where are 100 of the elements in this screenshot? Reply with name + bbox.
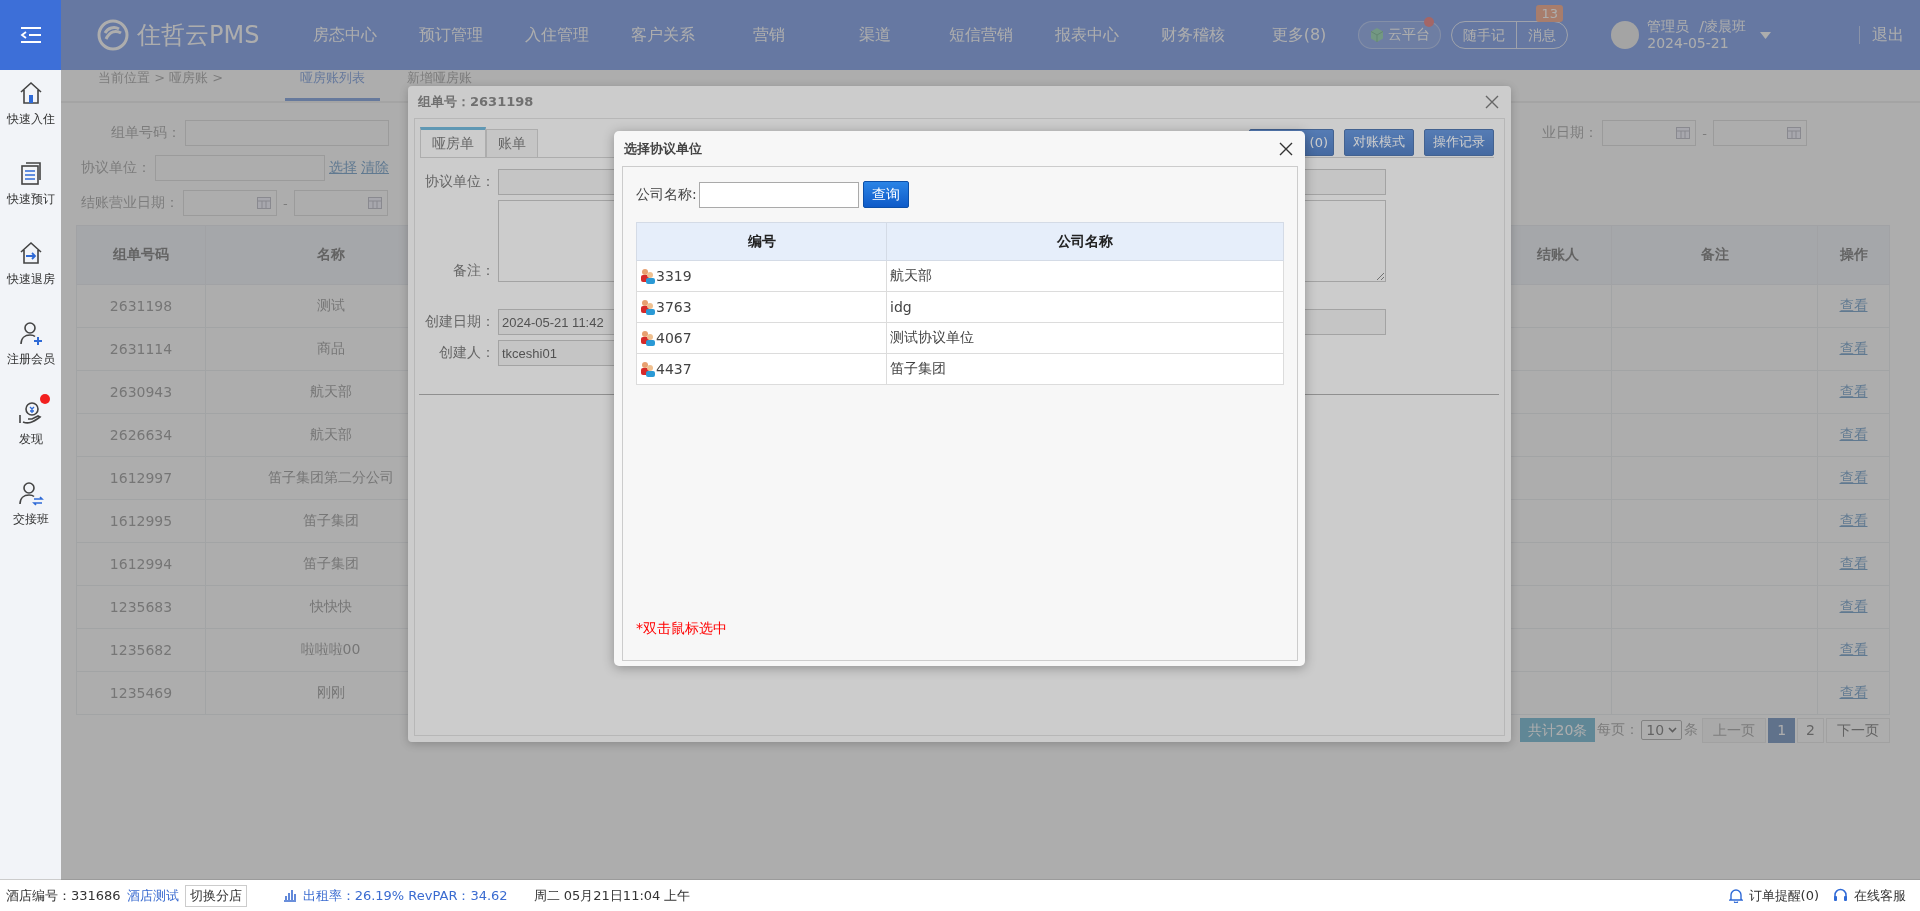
sidebar-item[interactable]: 发现 [0, 393, 61, 473]
date-field[interactable] [1602, 120, 1697, 146]
hotel-name-link[interactable]: 酒店测试 [126, 886, 179, 905]
sidebar-item[interactable]: 快速入住 [0, 73, 61, 153]
table-cell: 3763 [656, 299, 692, 315]
nav-item[interactable]: 短信营销 [928, 24, 1034, 46]
nav-item[interactable]: 渠道 [822, 24, 928, 46]
column-header: 备注 [1611, 225, 1818, 285]
logo-icon [97, 19, 129, 51]
avatar [1611, 21, 1640, 49]
calendar-icon [1676, 127, 1691, 139]
sidebar-item[interactable]: 快速退房 [0, 233, 61, 313]
table-cell: 航天部 [890, 267, 932, 283]
group-icon [640, 299, 656, 315]
clear-link[interactable]: 清除 [361, 159, 389, 177]
dialog-title: 选择协议单位 [624, 139, 702, 158]
nav-item[interactable]: 预订管理 [398, 24, 504, 46]
calendar-icon [257, 197, 271, 209]
view-link[interactable]: 查看 [1839, 426, 1868, 442]
group-icon [640, 361, 656, 377]
sidebar-item[interactable]: 注册会员 [0, 313, 61, 393]
group-icon [640, 330, 656, 346]
view-link[interactable]: 查看 [1839, 383, 1868, 399]
support-link[interactable]: 在线客服 [1854, 886, 1906, 905]
hint-text: *双击鼠标选中 [636, 620, 728, 638]
toolbar-button[interactable]: 操作记录 [1424, 128, 1494, 156]
next-page-button[interactable]: 下一页 [1826, 717, 1890, 743]
dialog-tab[interactable]: 哑房单 [420, 127, 486, 157]
table-cell: 4437 [656, 361, 692, 377]
user-swap-icon [17, 480, 44, 506]
dialog-title: 组单号：2631198 [418, 93, 534, 111]
nav-item[interactable]: 报表中心 [1034, 24, 1140, 46]
date-separator: - [283, 195, 288, 211]
per-page-select[interactable]: 10 [1641, 720, 1683, 740]
date-time: 周二 05月21日11:04 上午 [533, 886, 691, 905]
date-field[interactable] [183, 190, 277, 216]
view-link[interactable]: 查看 [1839, 641, 1868, 657]
column-header: 编号 [636, 222, 887, 261]
search-button[interactable]: 查询 [862, 181, 909, 208]
page-number-button[interactable]: 2 [1797, 717, 1824, 743]
company-name-field[interactable] [698, 181, 859, 208]
calendar-icon [1787, 127, 1801, 139]
view-link[interactable]: 查看 [1839, 512, 1868, 528]
menu-toggle-button[interactable] [0, 0, 61, 70]
nav-item[interactable]: 入住管理 [504, 24, 610, 46]
nav-item[interactable]: 客户关系 [610, 24, 716, 46]
total-count: 共计20条 [1519, 718, 1596, 742]
group-icon [640, 268, 656, 284]
column-header: 操作 [1817, 225, 1890, 285]
notes-button[interactable]: 随手记 [1452, 22, 1516, 48]
switch-branch-button[interactable]: 切换分店 [184, 884, 247, 907]
hand-coin-icon [17, 400, 44, 426]
close-icon[interactable] [1279, 141, 1293, 156]
field-label: 公司名称: [636, 185, 697, 204]
sidebar-item[interactable]: 快速预订 [0, 153, 61, 233]
logout-link[interactable]: 退出 [1872, 24, 1904, 46]
toolbar-button[interactable]: 对账模式 [1344, 128, 1414, 156]
nav-item[interactable]: 营销 [716, 24, 822, 46]
calendar-icon [367, 197, 382, 209]
message-count-badge: 13 [1536, 5, 1563, 22]
dialog-tab[interactable]: 账单 [486, 129, 538, 157]
headset-icon [1833, 888, 1848, 903]
table-cell: idg [890, 299, 912, 315]
table-cell: 3319 [656, 268, 692, 284]
app-logo: 住哲云PMS [137, 20, 260, 51]
view-link[interactable]: 查看 [1839, 598, 1868, 614]
table-cell: 测试协议单位 [890, 329, 974, 345]
bell-icon [1728, 888, 1743, 903]
hotel-number: 酒店编号：331686 [6, 886, 121, 905]
order-alert-link[interactable]: 订单提醒(0) [1748, 886, 1819, 905]
field-label: 协议单位： [424, 173, 496, 191]
view-link[interactable]: 查看 [1839, 297, 1868, 313]
add-user-icon [17, 320, 44, 346]
table-cell: 笛子集团 [890, 360, 946, 376]
page-number-button[interactable]: 1 [1768, 717, 1796, 743]
date-field[interactable] [293, 190, 388, 216]
menu-icon [19, 26, 42, 44]
user-role: 管理员 [1647, 18, 1690, 34]
nav-item[interactable]: 房态中心 [292, 24, 398, 46]
column-header: 组单号码 [76, 225, 206, 285]
nav-item[interactable]: 财务稽核 [1140, 24, 1246, 46]
view-link[interactable]: 查看 [1839, 469, 1868, 485]
column-header: 公司名称 [886, 222, 1284, 261]
shift-label: /凌晨班 [1699, 18, 1746, 34]
caret-icon[interactable] [1760, 31, 1771, 39]
select-link[interactable]: 选择 [329, 159, 357, 177]
cube-icon [1369, 27, 1385, 43]
view-link[interactable]: 查看 [1839, 684, 1868, 700]
user-date: 2024-05-21 [1647, 35, 1730, 52]
nav-item[interactable]: 更多(8) [1246, 24, 1352, 46]
table-cell: 4067 [656, 330, 692, 346]
view-link[interactable]: 查看 [1839, 555, 1868, 571]
date-field[interactable] [1713, 120, 1807, 146]
sidebar-item[interactable]: 交接班 [0, 473, 61, 553]
page-tab[interactable]: 哑房账列表 [285, 70, 380, 101]
view-link[interactable]: 查看 [1839, 340, 1868, 356]
chevron-down-icon [1668, 727, 1678, 733]
bar-chart-icon [282, 889, 297, 902]
date-separator: - [1702, 125, 1707, 141]
occupancy-stats: 出租率：26.19% RevPAR：34.62 [302, 886, 508, 905]
